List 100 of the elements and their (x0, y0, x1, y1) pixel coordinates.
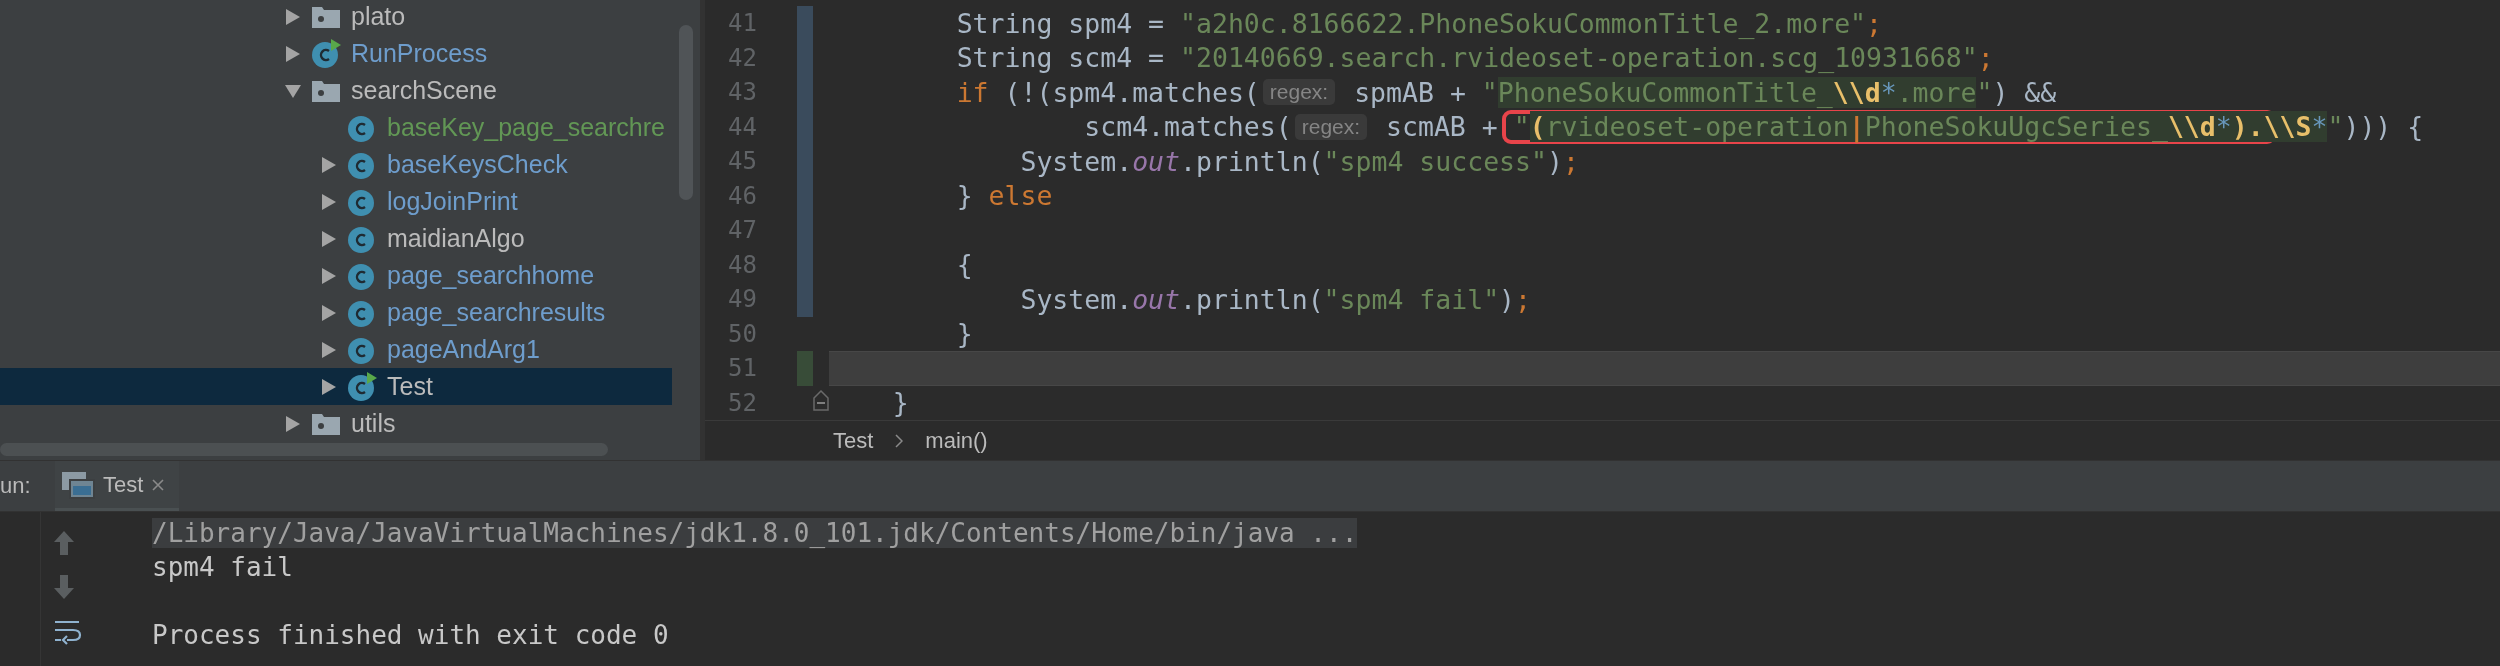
line-number: 42 (727, 43, 757, 72)
line-number: 51 (727, 354, 757, 383)
code-text: scmAB + (1386, 111, 1499, 143)
tree-item-label: maidianAlgo (386, 224, 525, 253)
regex-group: ). (2231, 111, 2264, 143)
expand-arrow-icon[interactable] (320, 192, 338, 211)
console-command: /Library/Java/JavaVirtualMachines/jdk1.8.0_101.jdk/Contents/Home/bin/java ... (152, 518, 1358, 548)
tree-item[interactable]: maidianAlgo (0, 220, 673, 257)
tree-item-label: page_searchresults (386, 298, 606, 327)
inlay-hint: regex: (1294, 113, 1368, 140)
expand-arrow-icon[interactable] (320, 229, 338, 248)
code-punctuation: ; (1515, 283, 1532, 315)
code-text: } (892, 387, 909, 419)
regex-escape: \\d (2167, 111, 2216, 143)
string-literal: " (1481, 76, 1498, 108)
line-number: 50 (727, 319, 757, 348)
code-text: } (956, 318, 973, 350)
expand-arrow-icon[interactable] (320, 303, 338, 322)
line-number: 49 (727, 285, 757, 314)
code-text: ) && (1992, 76, 2057, 108)
expand-arrow-icon[interactable] (320, 377, 338, 396)
breadcrumb[interactable]: Test (833, 427, 874, 454)
code-text: System. (1020, 145, 1133, 177)
up-arrow-icon[interactable] (53, 530, 75, 556)
expand-arrow-icon[interactable] (320, 340, 338, 359)
regex-text: .more (1896, 76, 1977, 108)
tree-item[interactable]: page_searchhome (0, 257, 673, 294)
expand-arrow-icon[interactable] (320, 155, 338, 174)
regex-escape: \\d (1832, 76, 1881, 108)
soft-wrap-icon[interactable] (53, 618, 83, 646)
console-icon (61, 470, 95, 499)
code-text: String scm4 = (956, 42, 1166, 74)
code-text: (!(spm4.matches( (1004, 76, 1260, 108)
runnable-class-icon (347, 371, 377, 402)
tree-item-label: RunProcess (350, 39, 488, 68)
expand-arrow-icon[interactable] (284, 7, 302, 26)
tree-item[interactable]: Test (0, 368, 673, 405)
folder-icon (311, 411, 341, 436)
tree-item[interactable]: pageAndArg1 (0, 331, 673, 368)
keyword: else (988, 180, 1053, 212)
regex-group: ( (1529, 111, 1546, 143)
string-literal: "spm4 success" (1323, 145, 1547, 177)
string-literal: "20140669.search.rvideoset-operation.scg_10931668" (1180, 42, 1978, 74)
inlay-hint: regex: (1262, 79, 1336, 106)
tree-item[interactable]: plato (0, 0, 673, 35)
folder-icon (311, 78, 341, 103)
console-output: spm4 fail (152, 552, 293, 582)
string-literal: " (2327, 111, 2344, 143)
tree-item-label: plato (350, 2, 406, 31)
code-text: .println( (1180, 283, 1324, 315)
tree-item[interactable]: page_searchresults (0, 294, 673, 331)
field-name: out (1132, 145, 1180, 177)
line-number: 47 (727, 216, 757, 245)
code-text: ) (1499, 283, 1516, 315)
code-punctuation: ; (1562, 145, 1579, 177)
line-number: 44 (727, 112, 757, 141)
tree-item-label: pageAndArg1 (386, 335, 540, 364)
line-number: 48 (727, 250, 757, 279)
tree-item-label: searchScene (350, 76, 497, 105)
tree-item-label: logJoinPrint (386, 187, 518, 216)
code-text: scm4.matches( (1084, 111, 1292, 143)
code-text: System. (1020, 283, 1133, 315)
tree-item-label: utils (350, 409, 396, 438)
expand-arrow-icon[interactable] (320, 266, 338, 285)
code-punctuation: ; (1866, 7, 1883, 39)
code-punctuation: ; (1977, 42, 1994, 74)
regex-text: PhoneSokuUgcSeries_ (1864, 111, 2168, 143)
line-number: 46 (727, 181, 757, 210)
string-literal: "spm4 fail" (1323, 283, 1500, 315)
line-number: 52 (727, 388, 757, 417)
regex-text: PhoneSokuCommonTitle_ (1497, 76, 1833, 108)
tree-item-label: Test (386, 372, 433, 401)
down-arrow-icon[interactable] (53, 574, 75, 600)
panel-label: un: (0, 473, 32, 499)
line-number: 45 (727, 147, 757, 176)
expand-arrow-icon[interactable] (284, 414, 302, 433)
runnable-class-icon (311, 38, 341, 69)
breadcrumb[interactable]: main() (925, 427, 988, 454)
code-text: } (956, 180, 974, 212)
expand-arrow-icon[interactable] (284, 44, 302, 63)
code-text: String spm4 = (956, 7, 1166, 39)
regex-escape: \\S (2263, 111, 2312, 143)
code-text: spmAB + (1354, 76, 1467, 108)
regex-text: rvideoset-operation (1545, 111, 1849, 143)
code-text: { (956, 249, 973, 281)
console-output: Process finished with exit code 0 (152, 620, 669, 650)
tree-item[interactable]: baseKeysCheck (0, 146, 673, 183)
close-icon[interactable] (151, 477, 166, 492)
string-literal: "a2h0c.8166622.PhoneSokuCommonTitle_2.more" (1180, 7, 1867, 39)
field-name: out (1132, 283, 1180, 315)
tree-item[interactable]: baseKey_page_searchre (0, 109, 673, 146)
tree-item[interactable]: searchScene (0, 72, 673, 109)
run-tab[interactable]: Test (55, 461, 180, 511)
chevron-icon (895, 433, 904, 448)
keyword: if (956, 76, 989, 108)
tree-item[interactable]: utils (0, 405, 673, 440)
tree-item[interactable]: RunProcess (0, 35, 673, 72)
code-text: ))) { (2343, 111, 2424, 143)
string-literal: " (1513, 111, 1530, 143)
tree-item[interactable]: logJoinPrint (0, 183, 673, 220)
